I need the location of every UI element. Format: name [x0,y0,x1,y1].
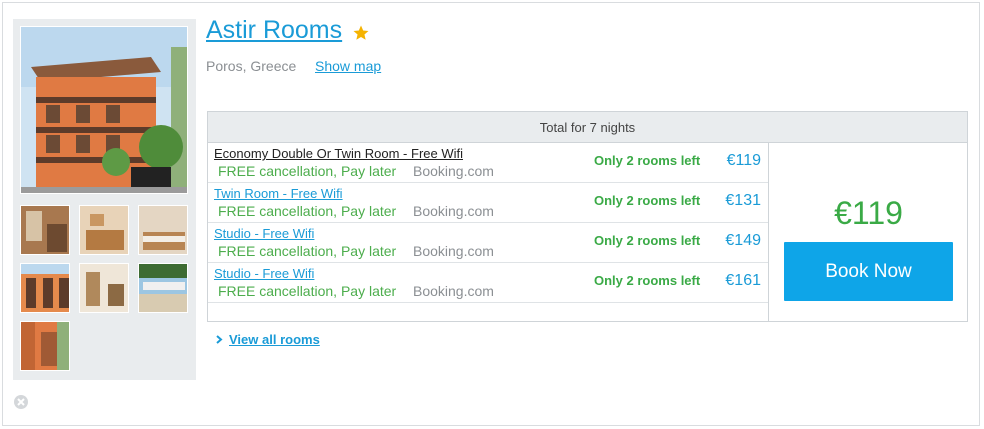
cancellation-policy: FREE cancellation, Pay later [218,243,397,259]
main-photo[interactable] [20,26,188,194]
room-name-link[interactable]: Economy Double Or Twin Room - Free Wifi [214,146,463,161]
hotel-location: Poros, Greece [206,58,297,74]
show-map-link[interactable]: Show map [315,58,381,74]
room-row: Studio - Free Wifi FREE cancellation, Pa… [208,263,768,303]
hotel-name-link[interactable]: Astir Rooms [206,16,342,45]
availability-label: Only 2 rooms left [594,273,701,288]
close-icon[interactable] [13,394,29,410]
booking-provider: Booking.com [413,203,494,219]
thumbnail-photo[interactable] [138,205,188,255]
thumbnail-photo[interactable] [20,321,70,371]
thumbnail-photo[interactable] [79,263,129,313]
room-row: Twin Room - Free Wifi FREE cancellation,… [208,183,768,223]
room-row: Studio - Free Wifi FREE cancellation, Pa… [208,223,768,263]
cancellation-policy: FREE cancellation, Pay later [218,163,397,179]
availability-label: Only 2 rooms left [594,193,701,208]
availability-label: Only 2 rooms left [594,233,701,248]
photo-gallery [13,19,196,380]
best-price: €119 [834,195,903,231]
thumbnail-photo[interactable] [79,205,129,255]
thumbnail-photo[interactable] [20,205,70,255]
booking-provider: Booking.com [413,283,494,299]
view-all-rooms-link[interactable]: View all rooms [216,332,320,347]
room-name-link[interactable]: Studio - Free Wifi [214,266,314,281]
room-name-link[interactable]: Twin Room - Free Wifi [214,186,343,201]
book-now-button[interactable]: Book Now [784,242,953,301]
best-price-panel: €119 Book Now [768,143,967,321]
chevron-right-icon [216,332,223,344]
thumbnail-photo[interactable] [20,263,70,313]
room-price-link[interactable]: €161 [725,272,761,290]
cancellation-policy: FREE cancellation, Pay later [218,203,397,219]
booking-provider: Booking.com [413,243,494,259]
room-row: Economy Double Or Twin Room - Free Wifi … [208,143,768,183]
cancellation-policy: FREE cancellation, Pay later [218,283,397,299]
thumbnail-photo[interactable] [138,263,188,313]
availability-label: Only 2 rooms left [594,153,701,168]
room-name-link[interactable]: Studio - Free Wifi [214,226,314,241]
room-price-link[interactable]: €119 [727,152,761,170]
star-icon [352,24,370,42]
rooms-table: Total for 7 nights Economy Double Or Twi… [207,111,968,322]
room-price-link[interactable]: €131 [725,192,761,210]
view-all-rooms-label: View all rooms [229,332,320,347]
room-price-link[interactable]: €149 [725,232,761,250]
booking-provider: Booking.com [413,163,494,179]
rooms-table-header: Total for 7 nights [208,112,967,143]
